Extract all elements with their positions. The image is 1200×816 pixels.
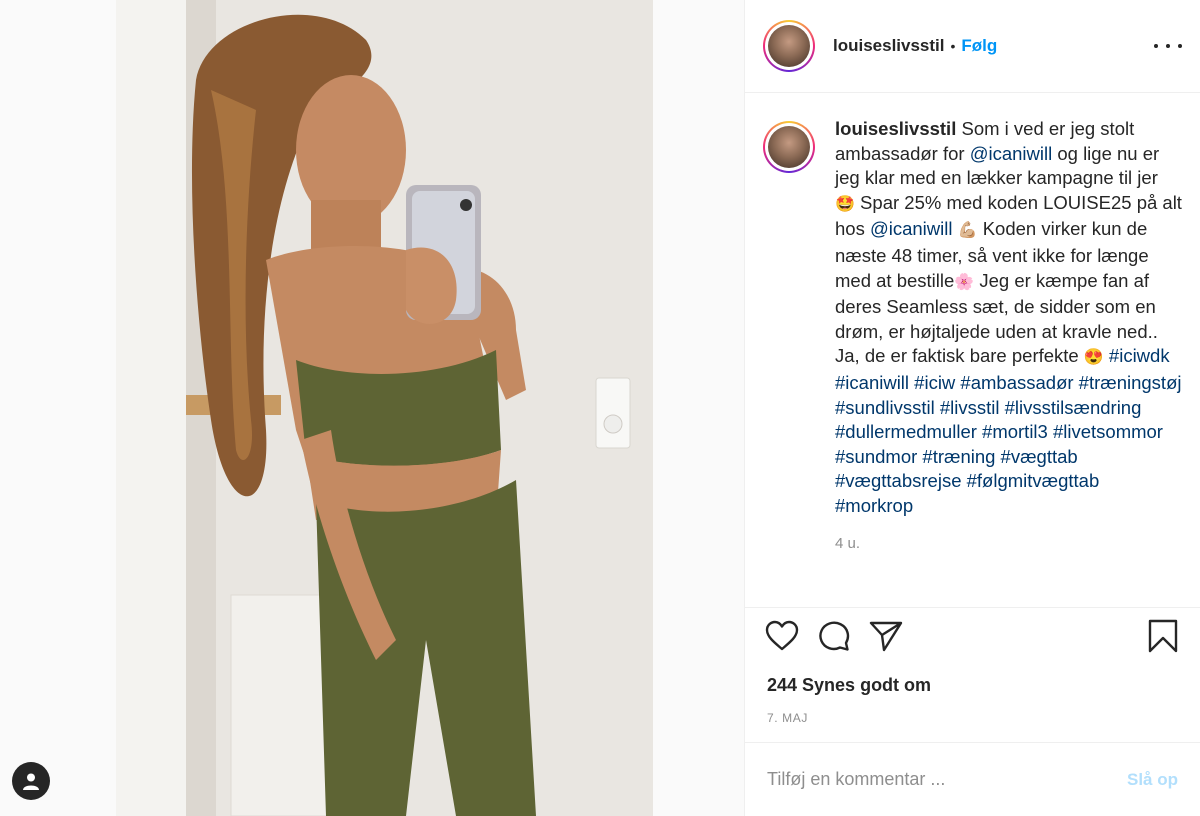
flexed-biceps-emoji: 💪🏼 [957, 222, 978, 240]
post-details-panel: louiseslivsstil • Følg louiseslivsstil S… [744, 0, 1200, 816]
caption-avatar[interactable] [763, 121, 815, 173]
comment-icon[interactable] [815, 617, 853, 655]
likes-count[interactable]: 244 Synes godt om [767, 675, 931, 696]
comment-input[interactable] [767, 769, 1127, 790]
post-media-area [0, 0, 744, 816]
caption-row: louiseslivsstil Som i ved er jeg stolt a… [763, 117, 1182, 519]
tagged-users-button[interactable] [12, 762, 50, 800]
author-avatar[interactable] [763, 20, 815, 72]
mention-link[interactable]: @icaniwill [870, 218, 953, 239]
post-photo[interactable] [116, 0, 653, 816]
comments-section: louiseslivsstil Som i ved er jeg stolt a… [745, 93, 1200, 606]
avatar-image [768, 25, 810, 67]
hashtags[interactable]: #iciwdk #icaniwill #iciw #ambassadør #tr… [835, 345, 1182, 516]
share-icon[interactable] [867, 617, 905, 655]
more-options-icon[interactable] [1154, 36, 1182, 56]
heart-eyes-emoji: 😍 [1083, 349, 1104, 367]
caption-text: louiseslivsstil Som i ved er jeg stolt a… [835, 117, 1182, 519]
heart-icon[interactable] [763, 617, 801, 655]
post-photo-illustration [116, 0, 653, 816]
avatar-image [768, 126, 810, 168]
bookmark-icon[interactable] [1144, 617, 1182, 655]
mention-link[interactable]: @icaniwill [970, 143, 1053, 164]
person-icon [23, 773, 39, 790]
cherry-blossom-emoji: 🌸 [954, 273, 975, 291]
follow-button[interactable]: Følg [961, 36, 997, 56]
post-header: louiseslivsstil • Følg [745, 0, 1200, 93]
comment-form: Slå op [745, 742, 1200, 816]
author-username[interactable]: louiseslivsstil [833, 36, 945, 56]
separator-dot: • [950, 38, 956, 54]
action-bar [745, 607, 1200, 663]
post-comment-button[interactable]: Slå op [1127, 770, 1178, 790]
caption-time-ago[interactable]: 4 u. [835, 535, 1182, 552]
star-struck-emoji: 🤩 [835, 195, 855, 213]
caption-username[interactable]: louiseslivsstil [835, 118, 956, 139]
post-date[interactable]: 7. MAJ [767, 711, 808, 725]
